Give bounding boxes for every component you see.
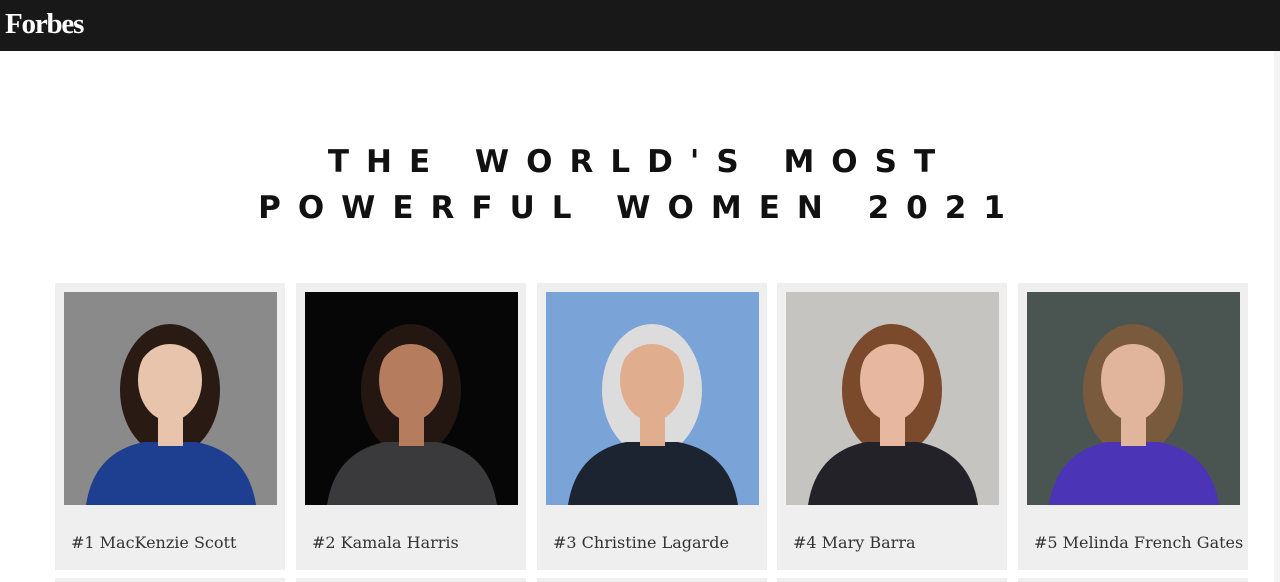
portrait-christine-lagarde[interactable] xyxy=(546,292,759,505)
portrait-mackenzie-scott[interactable] xyxy=(64,292,277,505)
ranking-card[interactable]: #1 MacKenzie Scott xyxy=(55,283,285,570)
portrait-melinda-french-gates[interactable] xyxy=(1027,292,1240,505)
next-row-card[interactable] xyxy=(777,578,1007,582)
next-row-card[interactable] xyxy=(1018,578,1248,582)
ranking-card[interactable]: #5 Melinda French Gates xyxy=(1018,283,1248,570)
page-scrollbar[interactable] xyxy=(1274,51,1280,582)
ranking-name[interactable]: #2 Kamala Harris xyxy=(312,533,459,552)
ranking-card[interactable]: #4 Mary Barra xyxy=(777,283,1007,570)
ranking-card[interactable]: #3 Christine Lagarde xyxy=(537,283,767,570)
next-row-card[interactable] xyxy=(537,578,767,582)
ranking-name[interactable]: #1 MacKenzie Scott xyxy=(71,533,236,552)
top-navigation-bar: Forbes xyxy=(0,0,1280,51)
page-title: THE WORLD'S MOST POWERFUL WOMEN 2021 xyxy=(0,139,1280,231)
page-title-line-1: THE WORLD'S MOST xyxy=(327,143,953,180)
next-row-card[interactable] xyxy=(55,578,285,582)
ranking-name[interactable]: #3 Christine Lagarde xyxy=(553,533,729,552)
ranking-name[interactable]: #4 Mary Barra xyxy=(793,533,916,552)
ranking-name[interactable]: #5 Melinda French Gates xyxy=(1034,533,1243,552)
forbes-logo[interactable]: Forbes xyxy=(5,7,84,41)
page-title-line-2: POWERFUL WOMEN 2021 xyxy=(258,189,1022,226)
portrait-kamala-harris[interactable] xyxy=(305,292,518,505)
ranking-card[interactable]: #2 Kamala Harris xyxy=(296,283,526,570)
next-row-card[interactable] xyxy=(296,578,526,582)
portrait-mary-barra[interactable] xyxy=(786,292,999,505)
